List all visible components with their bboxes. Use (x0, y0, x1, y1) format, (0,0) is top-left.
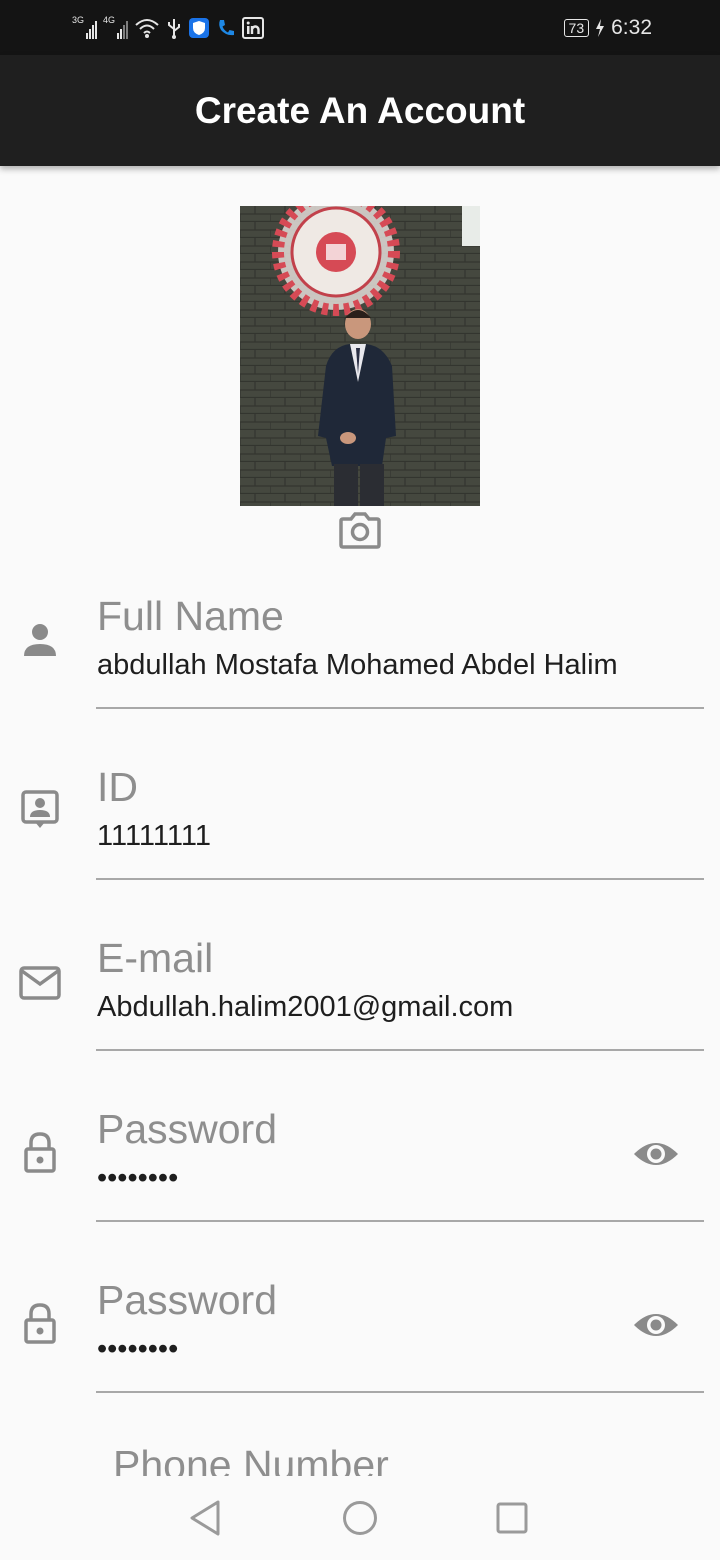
email-field[interactable]: E-mail Abdullah.halim2001@gmail.com (0, 927, 720, 1097)
email-label: E-mail (97, 935, 214, 981)
confirm-password-input[interactable]: •••••••• (97, 1333, 178, 1366)
back-icon[interactable] (184, 1496, 228, 1540)
full-name-underline (96, 707, 704, 709)
confirm-password-label: Password (97, 1277, 278, 1323)
eye-icon[interactable] (632, 1130, 680, 1178)
password-label: Password (97, 1106, 278, 1152)
linkedin-icon (242, 17, 264, 39)
signal-icon: 3G (72, 15, 97, 39)
person-icon (24, 624, 56, 656)
confirm-password-field[interactable]: Password •••••••• (0, 1269, 720, 1439)
email-underline (96, 1049, 704, 1051)
recents-icon[interactable] (490, 1496, 534, 1540)
network-type-1: 3G (72, 15, 85, 25)
confirm-password-underline (96, 1391, 704, 1393)
status-bar: 3G 4G 73 6:32 (0, 0, 720, 55)
id-field[interactable]: ID 11111111 (0, 756, 720, 926)
profile-photo-image (240, 206, 480, 506)
navigation-bar (0, 1476, 720, 1560)
signal-icon-2: 4G (103, 15, 128, 39)
full-name-input[interactable]: abdullah Mostafa Mohamed Abdel Halim (97, 649, 618, 682)
camera-icon (339, 512, 381, 549)
home-icon[interactable] (338, 1496, 382, 1540)
lock-icon (24, 1132, 56, 1173)
password-field[interactable]: Password •••••••• (0, 1098, 720, 1268)
app-bar: Create An Account (0, 55, 720, 166)
id-label: ID (97, 764, 138, 810)
wifi-icon (135, 19, 159, 38)
id-underline (96, 878, 704, 880)
status-time: 6:32 (611, 16, 652, 39)
status-icons-left: 3G 4G (72, 14, 264, 42)
phone-call-icon (219, 20, 234, 36)
status-icons-right: 73 6:32 (563, 14, 652, 42)
lock-icon (24, 1303, 56, 1344)
full-name-field[interactable]: Full Name abdullah Mostafa Mohamed Abdel… (0, 585, 720, 755)
network-type-2: 4G (103, 15, 116, 25)
shield-app-icon (189, 18, 209, 38)
battery-icon: 73 (563, 19, 590, 37)
page-title: Create An Account (194, 89, 526, 131)
mail-icon (19, 966, 61, 1000)
id-input[interactable]: 11111111 (97, 820, 211, 853)
password-underline (96, 1220, 704, 1222)
profile-photo[interactable] (240, 206, 480, 506)
charging-icon (596, 19, 605, 37)
contact-badge-icon (21, 790, 59, 828)
full-name-label: Full Name (97, 593, 284, 639)
usb-icon (168, 19, 180, 39)
password-input[interactable]: •••••••• (97, 1162, 178, 1195)
camera-button[interactable] (338, 508, 382, 552)
eye-icon[interactable] (632, 1301, 680, 1349)
email-input[interactable]: Abdullah.halim2001@gmail.com (97, 991, 513, 1024)
